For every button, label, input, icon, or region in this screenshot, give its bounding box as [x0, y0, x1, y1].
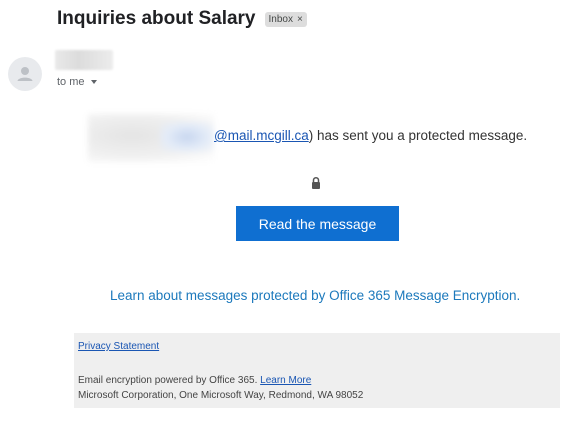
footer: Privacy Statement Email encryption power…: [74, 333, 560, 408]
subject-row: Inquiries about Salary Inbox ×: [57, 8, 307, 30]
inbox-label-chip[interactable]: Inbox ×: [264, 11, 307, 27]
inbox-label-text: Inbox: [268, 13, 293, 25]
notice-text: has sent you a protected message.: [313, 128, 528, 143]
learn-about-encryption-link[interactable]: Learn about messages protected by Office…: [110, 288, 520, 303]
powered-by-text: Email encryption powered by Office 365. …: [78, 375, 311, 386]
sender-avatar[interactable]: [8, 57, 42, 91]
read-message-button[interactable]: Read the message: [236, 206, 399, 241]
lock-icon: [312, 176, 320, 189]
email-subject: Inquiries about Salary: [57, 8, 256, 29]
caret-down-icon: [90, 80, 97, 84]
protected-message-notice: @mail.mcgill.ca) has sent you a protecte…: [214, 128, 527, 143]
remove-label-icon[interactable]: ×: [297, 14, 303, 25]
sender-email-link[interactable]: @mail.mcgill.ca: [214, 128, 309, 143]
sender-address-redacted: [88, 114, 214, 162]
recipient-text: to me: [57, 76, 85, 88]
sender-name-redacted: [55, 50, 113, 70]
powered-by-label: Email encryption powered by Office 365.: [78, 375, 261, 386]
company-address: Microsoft Corporation, One Microsoft Way…: [78, 390, 364, 401]
redacted-link-area: [160, 122, 214, 152]
person-icon: [17, 67, 33, 81]
recipient-details-toggle[interactable]: to me: [57, 76, 97, 88]
learn-more-link[interactable]: Learn More: [260, 375, 311, 386]
privacy-statement-link[interactable]: Privacy Statement: [78, 341, 159, 352]
